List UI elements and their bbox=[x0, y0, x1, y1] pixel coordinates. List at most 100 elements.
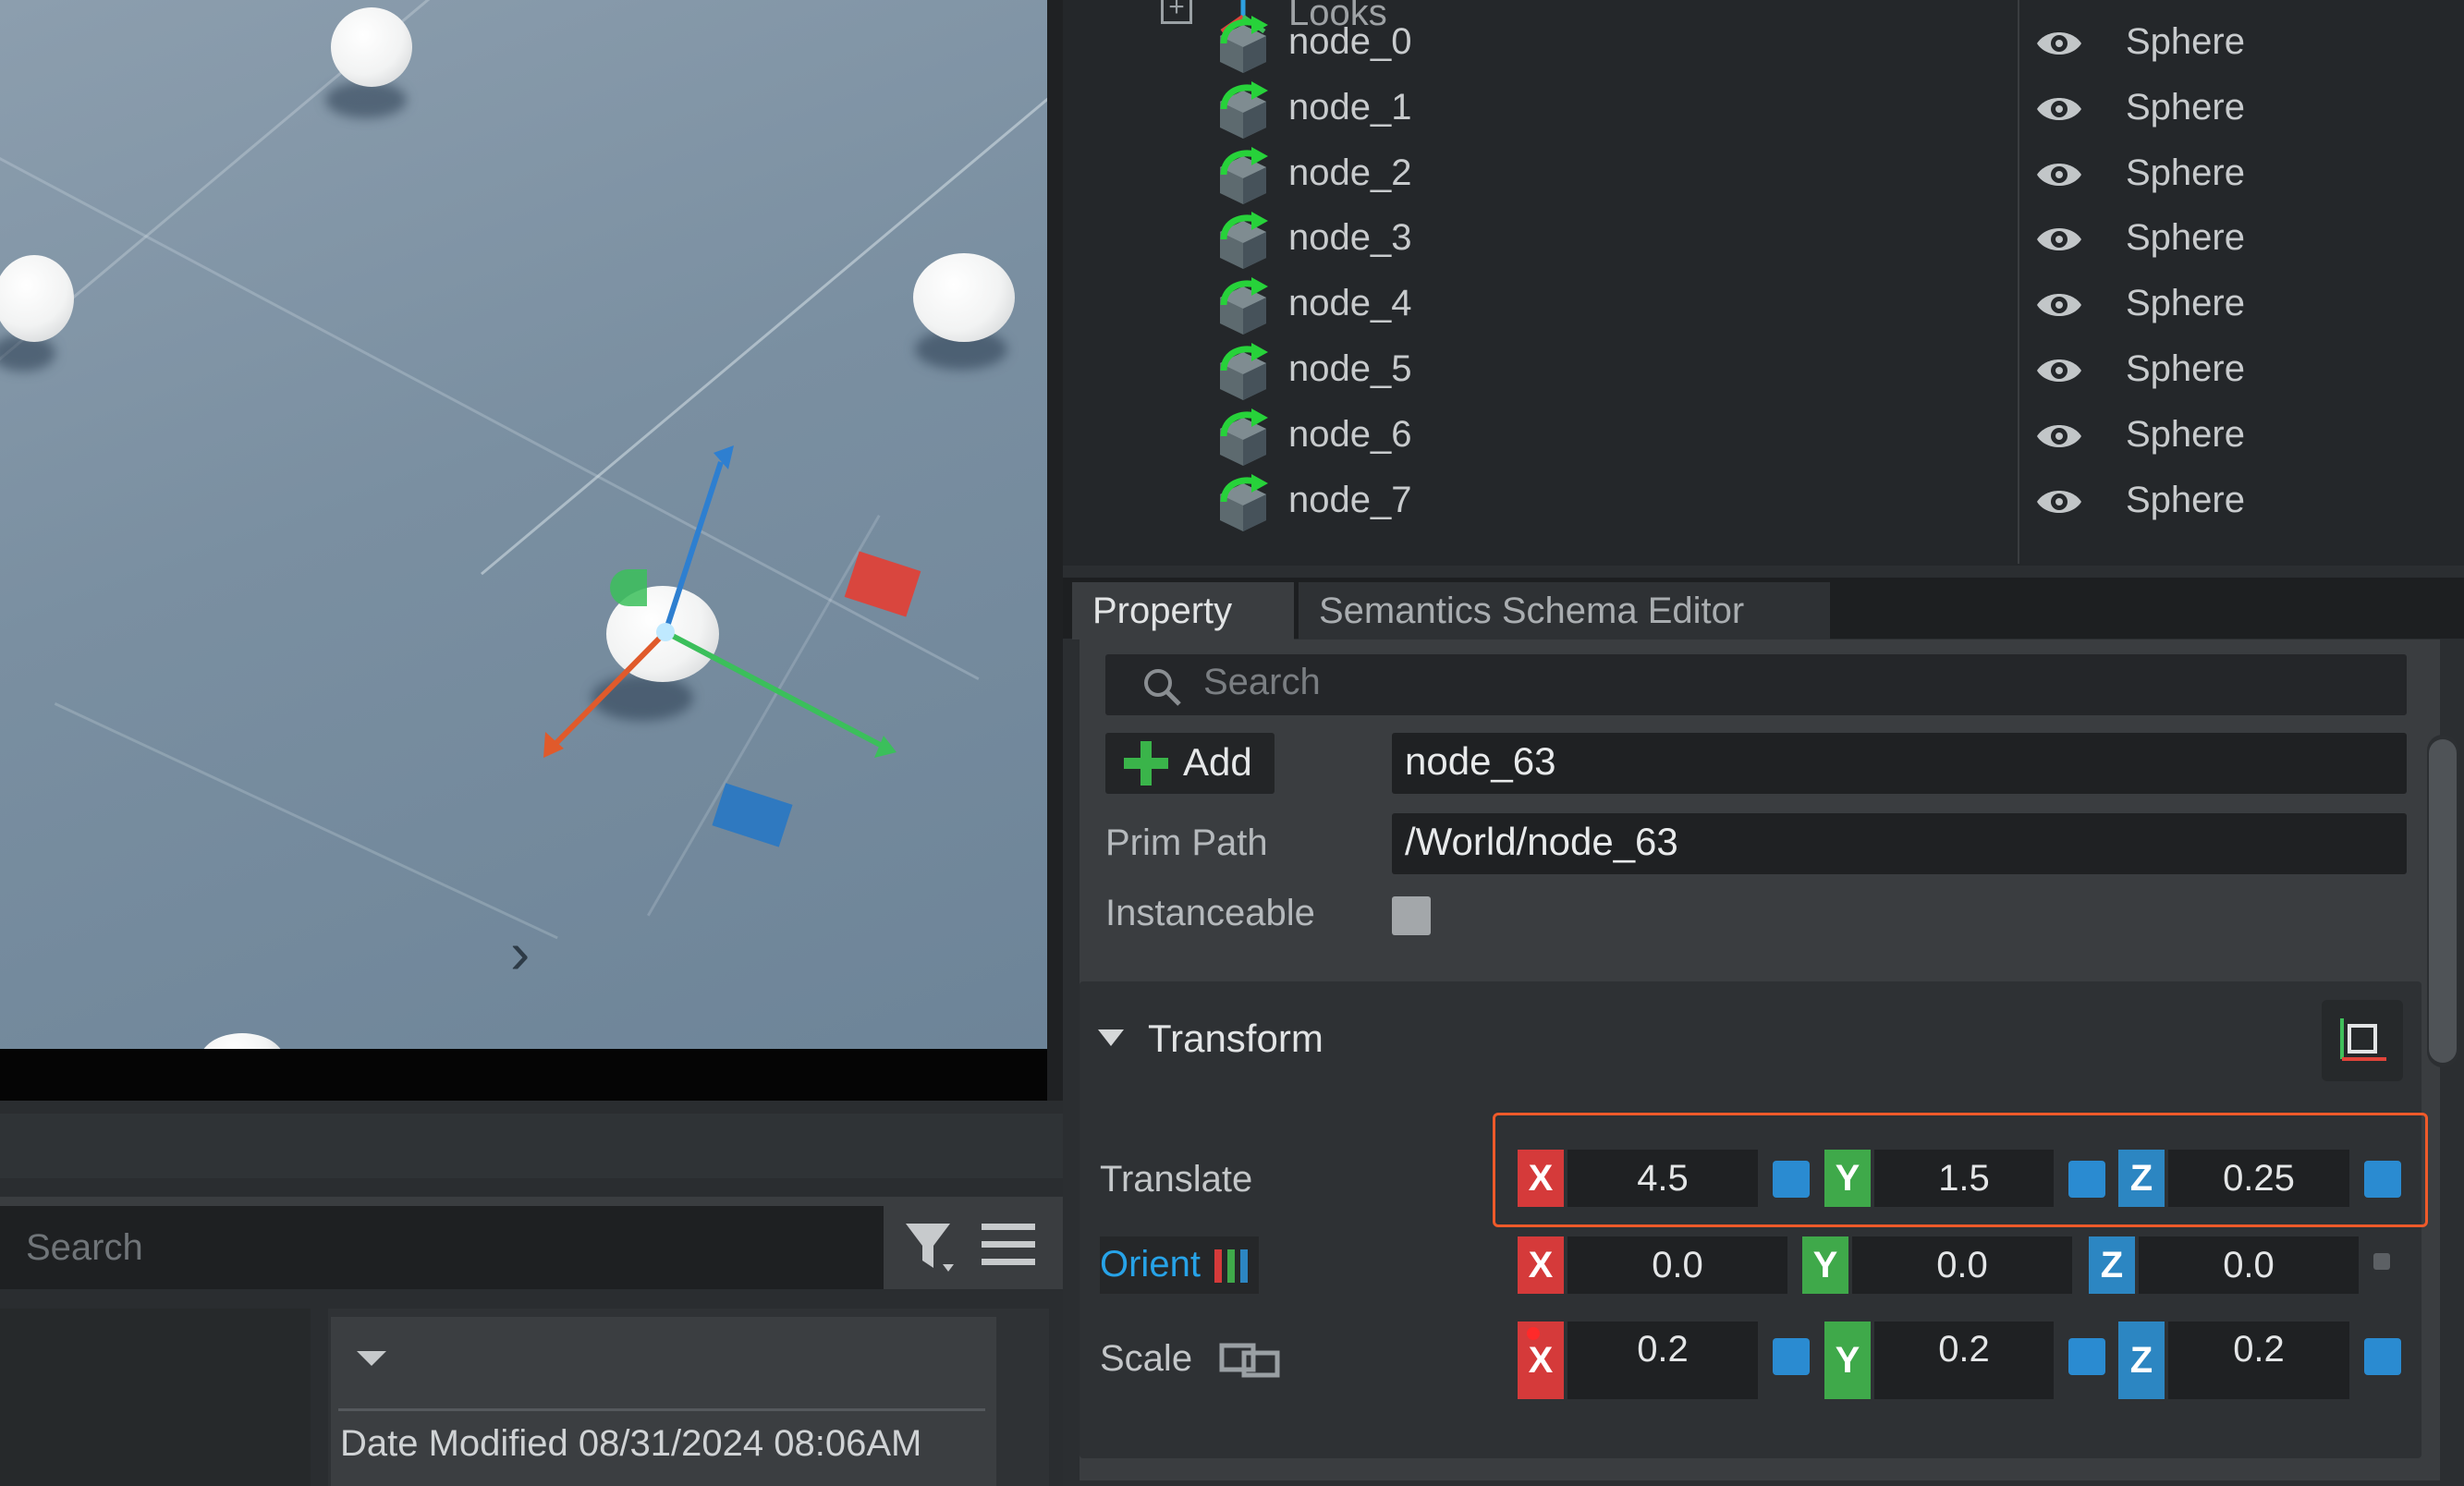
translate-y-axis: Y bbox=[1824, 1150, 1871, 1207]
orient-y-input[interactable]: 0.0 bbox=[1852, 1236, 2072, 1294]
tab-property[interactable]: Property bbox=[1072, 582, 1294, 639]
tree-row[interactable]: node_5 Sphere bbox=[1202, 339, 2464, 404]
content-browser-toolbar bbox=[0, 1114, 1063, 1178]
folder-tree-pane[interactable] bbox=[0, 1309, 311, 1486]
prim-reference-icon bbox=[1214, 408, 1272, 466]
prim-reference-icon bbox=[1214, 473, 1272, 531]
expand-icon[interactable]: + bbox=[1161, 0, 1192, 24]
sphere[interactable] bbox=[0, 255, 74, 342]
translate-y-input[interactable]: 1.5 bbox=[1874, 1150, 2054, 1207]
tree-row[interactable]: node_6 Sphere bbox=[1202, 405, 2464, 469]
visibility-eye-icon[interactable] bbox=[2033, 279, 2085, 331]
gizmo-plane-handle-blue[interactable] bbox=[712, 783, 793, 847]
visibility-eye-icon[interactable] bbox=[2033, 213, 2085, 265]
divider bbox=[338, 1408, 985, 1411]
sphere[interactable] bbox=[200, 1033, 285, 1049]
chevron-right-icon[interactable]: › bbox=[510, 919, 530, 987]
translate-label: Translate bbox=[1100, 1159, 1253, 1200]
visibility-eye-icon[interactable] bbox=[2033, 345, 2085, 396]
tree-row[interactable]: node_3 Sphere bbox=[1202, 208, 2464, 273]
collapse-caret-icon[interactable] bbox=[1098, 1029, 1124, 1046]
prim-reference-icon bbox=[1214, 146, 1272, 204]
add-button-label: Add bbox=[1183, 740, 1252, 784]
scale-label: Scale bbox=[1100, 1338, 1193, 1379]
translate-x-key-button[interactable] bbox=[1773, 1161, 1810, 1198]
translate-z-axis: Z bbox=[2118, 1150, 2165, 1207]
translate-y-key-button[interactable] bbox=[2068, 1161, 2105, 1198]
orient-x-axis: X bbox=[1518, 1236, 1564, 1294]
scrollbar-thumb[interactable] bbox=[2429, 739, 2457, 1063]
translate-z-key-button[interactable] bbox=[2364, 1161, 2401, 1198]
scale-x-input[interactable]: 0.2 bbox=[1567, 1322, 1758, 1399]
tab-semantics-schema-editor[interactable]: Semantics Schema Editor bbox=[1299, 582, 1830, 639]
scale-z-input[interactable]: 0.2 bbox=[2168, 1322, 2349, 1399]
visibility-eye-icon[interactable] bbox=[2033, 83, 2085, 135]
link-scale-icon[interactable] bbox=[1218, 1342, 1281, 1379]
sphere[interactable] bbox=[913, 253, 1015, 342]
filter-icon[interactable] bbox=[902, 1218, 958, 1275]
property-search-placeholder: Search bbox=[1203, 662, 1321, 702]
prim-reference-icon bbox=[1214, 277, 1272, 335]
tree-row-type: Sphere bbox=[2126, 479, 2245, 520]
tree-row-name: node_6 bbox=[1288, 413, 1412, 455]
instanceable-checkbox[interactable] bbox=[1392, 896, 1431, 935]
tree-row-type: Sphere bbox=[2126, 21, 2245, 62]
scale-y-input[interactable]: 0.2 bbox=[1874, 1322, 2054, 1399]
orient-y-axis: Y bbox=[1802, 1236, 1848, 1294]
prim-reference-icon bbox=[1214, 80, 1272, 139]
tree-row-type: Sphere bbox=[2126, 152, 2245, 193]
visibility-eye-icon[interactable] bbox=[2033, 410, 2085, 462]
tree-row-name: node_3 bbox=[1288, 217, 1412, 259]
transform-gizmo-icon bbox=[2340, 1018, 2386, 1061]
scale-z-key-button[interactable] bbox=[2364, 1338, 2401, 1375]
tree-row[interactable]: node_4 Sphere bbox=[1202, 274, 2464, 338]
transform-section-title[interactable]: Transform bbox=[1148, 1017, 1323, 1061]
floor-grid-line bbox=[54, 702, 558, 940]
scale-x-axis: X bbox=[1518, 1322, 1564, 1399]
tree-row-name: node_7 bbox=[1288, 479, 1412, 520]
visibility-eye-icon[interactable] bbox=[2033, 476, 2085, 528]
tree-row-type: Sphere bbox=[2126, 86, 2245, 128]
orient-x-input[interactable]: 0.0 bbox=[1567, 1236, 1787, 1294]
dropdown-caret-icon[interactable] bbox=[357, 1351, 386, 1366]
translate-x-axis: X bbox=[1518, 1150, 1564, 1207]
prim-path-value: /World/node_63 bbox=[1405, 820, 1678, 863]
orient-mode-icon bbox=[1214, 1249, 1248, 1283]
sphere[interactable] bbox=[331, 7, 412, 87]
date-modified: Date Modified 08/31/2024 08:06AM bbox=[340, 1423, 922, 1464]
tree-row-type: Sphere bbox=[2126, 348, 2245, 389]
tree-row-type: Sphere bbox=[2126, 217, 2245, 259]
prim-reference-icon bbox=[1214, 212, 1272, 270]
visibility-eye-icon[interactable] bbox=[2033, 149, 2085, 201]
tree-row[interactable]: node_2 Sphere bbox=[1202, 143, 2464, 208]
scale-z-axis: Z bbox=[2118, 1322, 2165, 1399]
scale-y-key-button[interactable] bbox=[2068, 1338, 2105, 1375]
menu-icon[interactable] bbox=[982, 1222, 1035, 1268]
tree-row-name: node_0 bbox=[1288, 21, 1412, 62]
tree-row-type: Sphere bbox=[2126, 283, 2245, 324]
plus-icon bbox=[1124, 741, 1168, 786]
prim-name-value: node_63 bbox=[1405, 739, 1556, 783]
prim-reference-icon bbox=[1214, 343, 1272, 400]
orient-key-button[interactable] bbox=[2373, 1253, 2390, 1270]
tree-row-name: node_5 bbox=[1288, 348, 1412, 389]
tree-row-name: node_2 bbox=[1288, 152, 1412, 193]
orient-z-input[interactable]: 0.0 bbox=[2139, 1236, 2359, 1294]
viewport[interactable]: › bbox=[0, 0, 1047, 1049]
tree-row-name: node_4 bbox=[1288, 283, 1412, 324]
gizmo-plane-handle-green[interactable] bbox=[610, 569, 647, 606]
tree-row[interactable]: node_0 Sphere bbox=[1202, 12, 2464, 77]
viewport-status-bar bbox=[0, 1049, 1047, 1101]
tree-row[interactable]: node_1 Sphere bbox=[1202, 78, 2464, 142]
translate-z-input[interactable]: 0.25 bbox=[2168, 1150, 2349, 1207]
tree-row[interactable]: node_7 Sphere bbox=[1202, 470, 2464, 535]
scale-x-key-button[interactable] bbox=[1773, 1338, 1810, 1375]
prim-reference-icon bbox=[1214, 16, 1272, 73]
translate-gizmo[interactable] bbox=[518, 434, 943, 786]
content-search-input[interactable] bbox=[0, 1206, 884, 1289]
sphere-shadow bbox=[325, 81, 407, 118]
scale-y-axis: Y bbox=[1824, 1322, 1871, 1399]
visibility-eye-icon[interactable] bbox=[2033, 18, 2085, 69]
search-icon bbox=[1144, 669, 1181, 706]
translate-x-input[interactable]: 4.5 bbox=[1567, 1150, 1758, 1207]
